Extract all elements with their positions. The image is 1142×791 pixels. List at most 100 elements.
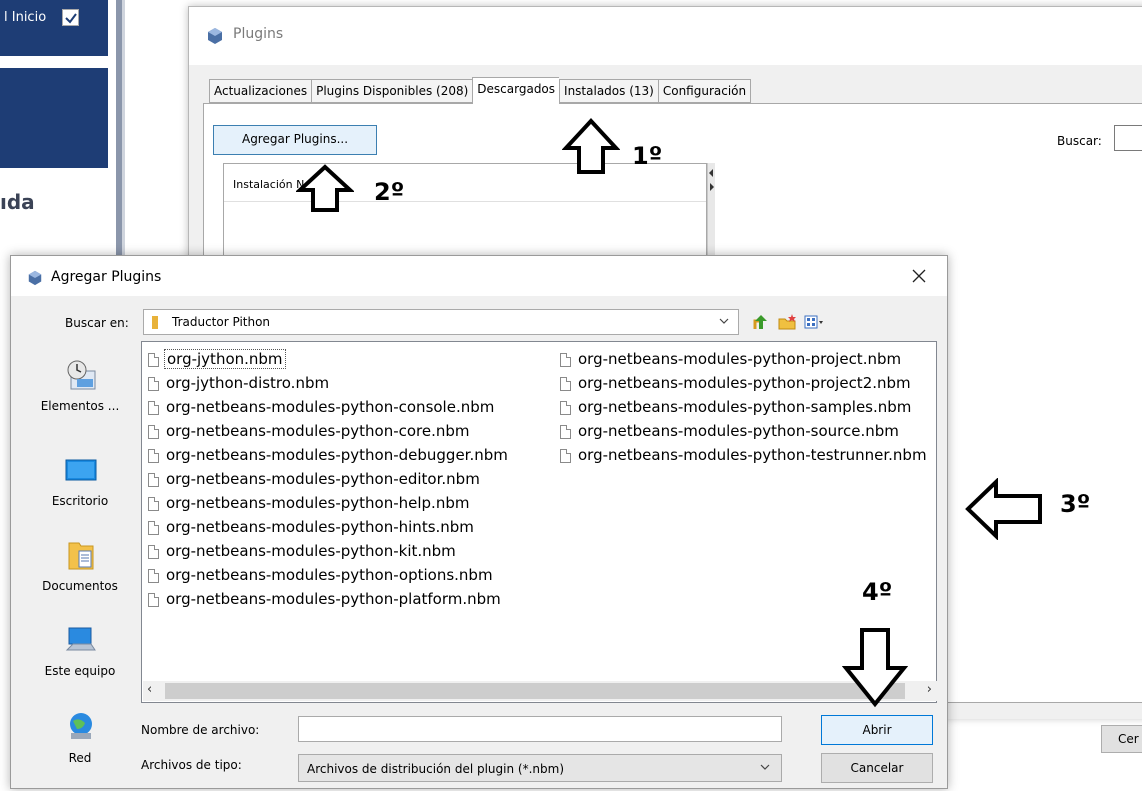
file-icon <box>148 593 159 607</box>
horizontal-scrollbar[interactable]: ‹ › <box>143 681 937 701</box>
check-icon <box>65 13 77 24</box>
plugin-cube-icon <box>28 270 42 286</box>
close-plugins-button[interactable]: Cer <box>1101 725 1142 753</box>
file-icon <box>148 353 159 367</box>
list-item[interactable]: org-netbeans-modules-python-hints.nbm <box>148 516 548 538</box>
file-name-input[interactable] <box>298 716 782 742</box>
list-item[interactable]: org-netbeans-modules-python-core.nbm <box>148 420 548 442</box>
list-item[interactable]: org-netbeans-modules-python-editor.nbm <box>148 468 548 490</box>
place-recent[interactable]: Elementos ... <box>21 359 139 439</box>
list-item[interactable]: org-netbeans-modules-python-project.nbm <box>560 348 936 370</box>
dialog-titlebar: Agregar Plugins <box>11 256 947 296</box>
list-item[interactable]: org-netbeans-modules-python-help.nbm <box>148 492 548 514</box>
place-label: Elementos ... <box>40 399 120 413</box>
list-item[interactable]: org-netbeans-modules-python-source.nbm <box>560 420 936 442</box>
inicio-label: l Inicio <box>4 10 47 25</box>
dialog-title: Agregar Plugins <box>51 269 162 285</box>
file-icon <box>148 377 159 391</box>
list-item[interactable]: org-jython.nbm <box>148 348 548 370</box>
plugins-window-title: Plugins <box>233 26 284 42</box>
add-plugins-button[interactable]: Agregar Plugins... <box>213 125 377 155</box>
cancel-button[interactable]: Cancelar <box>821 753 933 783</box>
open-button[interactable]: Abrir <box>821 715 933 745</box>
place-network[interactable]: Red <box>21 711 139 791</box>
view-menu-icon[interactable] <box>803 312 825 332</box>
background-heading: ıda <box>0 190 35 214</box>
chevron-down-icon <box>719 318 729 324</box>
tab-actualizaciones[interactable]: Actualizaciones <box>209 79 312 103</box>
place-desktop[interactable]: Escritorio <box>21 454 139 534</box>
arrow-down-icon <box>842 628 908 708</box>
inicio-checkbox[interactable] <box>62 9 79 26</box>
look-in-select[interactable]: Traductor Pithon <box>143 309 739 335</box>
list-item[interactable]: org-netbeans-modules-python-samples.nbm <box>560 396 936 418</box>
list-item[interactable]: org-netbeans-modules-python-platform.nbm <box>148 588 548 610</box>
up-folder-icon[interactable] <box>751 312 773 332</box>
file-icon <box>148 497 159 511</box>
add-plugins-dialog: Agregar Plugins Buscar en: Traductor Pit… <box>10 255 948 789</box>
tab-descargados[interactable]: Descargados <box>472 77 560 104</box>
scrollbar-thumb[interactable] <box>165 683 905 699</box>
list-item[interactable]: org-netbeans-modules-python-debugger.nbm <box>148 444 558 466</box>
file-icon <box>148 569 159 583</box>
file-type-label: Archivos de tipo: <box>141 758 242 772</box>
step-3-label: 3º <box>1060 490 1091 518</box>
file-name-label: Nombre de archivo: <box>141 723 260 737</box>
arrow-up-icon <box>296 164 354 212</box>
place-label: Red <box>68 751 92 765</box>
new-folder-icon[interactable] <box>777 312 799 332</box>
file-type-select[interactable]: Archivos de distribución del plugin (*.n… <box>298 754 782 782</box>
tab-configuracion[interactable]: Configuración <box>657 79 752 103</box>
file-icon <box>148 521 159 535</box>
place-computer[interactable]: Este equipo <box>21 624 139 704</box>
place-label: Escritorio <box>51 494 109 508</box>
recent-items-icon <box>67 360 96 390</box>
scroll-right-icon[interactable]: › <box>927 682 932 697</box>
file-icon <box>148 545 159 559</box>
list-item[interactable]: org-netbeans-modules-python-testrunner.n… <box>560 444 936 466</box>
place-label: Documentos <box>42 579 118 593</box>
dialog-toolbar <box>751 312 825 332</box>
step-1-label: 1º <box>632 142 663 170</box>
step-4-label: 4º <box>862 578 893 606</box>
background-band <box>0 68 108 168</box>
file-icon <box>148 401 159 415</box>
file-icon <box>148 473 159 487</box>
file-icon <box>148 425 159 439</box>
list-item[interactable]: org-netbeans-modules-python-options.nbm <box>148 564 548 586</box>
step-2-label: 2º <box>374 178 405 206</box>
list-item[interactable]: org-netbeans-modules-python-kit.nbm <box>148 540 548 562</box>
plugins-tabs: Actualizaciones Plugins Disponibles (208… <box>209 77 752 104</box>
file-icon <box>560 425 571 439</box>
look-in-value: Traductor Pithon <box>172 315 271 329</box>
collapse-left-icon[interactable] <box>709 169 713 177</box>
search-label: Buscar: <box>1057 134 1102 148</box>
tab-plugins-disponibles[interactable]: Plugins Disponibles (208) <box>311 79 473 103</box>
desktop-icon <box>65 459 97 481</box>
place-label: Este equipo <box>44 664 116 678</box>
list-item[interactable]: org-jython-distro.nbm <box>148 372 548 394</box>
arrow-left-icon <box>965 478 1042 540</box>
collapse-right-icon[interactable] <box>710 183 714 191</box>
tab-instalados[interactable]: Instalados (13) <box>559 79 658 103</box>
file-icon <box>560 377 571 391</box>
search-input[interactable] <box>1114 125 1142 151</box>
close-icon[interactable] <box>907 264 931 288</box>
list-item[interactable]: org-netbeans-modules-python-project2.nbm <box>560 372 936 394</box>
scroll-left-icon[interactable]: ‹ <box>147 682 152 697</box>
file-list[interactable]: org-jython.nbm org-jython-distro.nbm org… <box>141 341 937 703</box>
background-header: l Inicio <box>0 0 108 56</box>
arrow-up-icon <box>562 118 620 174</box>
file-type-value: Archivos de distribución del plugin (*.n… <box>307 762 564 776</box>
folder-icon <box>152 316 158 329</box>
file-icon <box>560 353 571 367</box>
network-icon <box>70 713 92 739</box>
plugin-cube-icon <box>208 28 222 44</box>
list-item[interactable]: org-netbeans-modules-python-console.nbm <box>148 396 548 418</box>
computer-icon <box>65 627 96 651</box>
look-in-label: Buscar en: <box>65 316 129 330</box>
chevron-down-icon <box>760 764 770 770</box>
file-icon <box>560 449 571 463</box>
place-documents[interactable]: Documentos <box>21 539 139 619</box>
places-bar: Elementos ... Escritorio Documentos Este… <box>21 341 139 781</box>
